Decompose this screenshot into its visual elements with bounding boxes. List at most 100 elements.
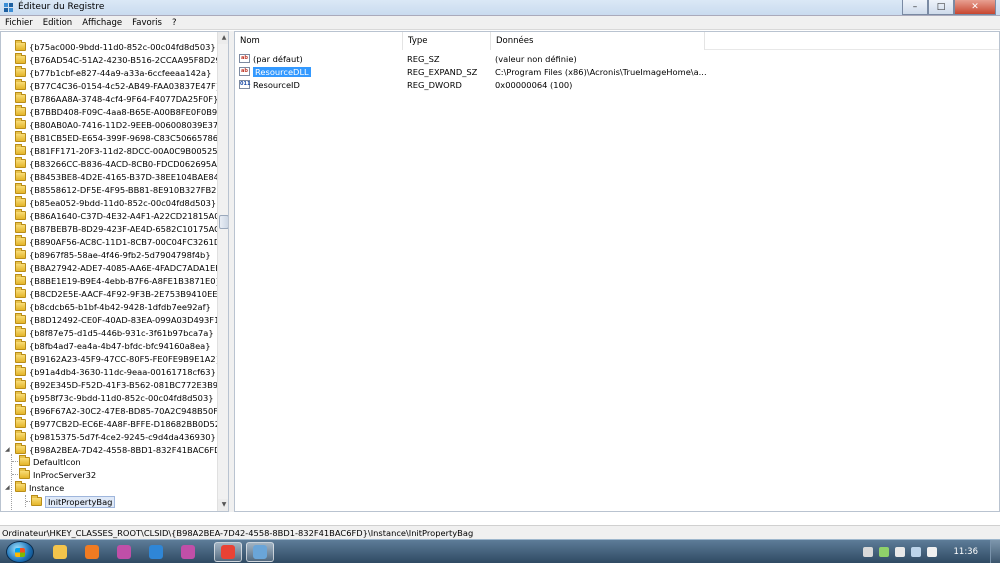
tree-item-label: {b75ac000-9bdd-11d0-852c-00c04fd8d503}: [29, 41, 216, 52]
window-controls: – □ ✕: [902, 0, 996, 15]
tree-item-key[interactable]: {B890AF56-AC8C-11D1-8CB7-00C04FC3261D}: [5, 235, 226, 248]
tree-item-initpropertybag[interactable]: InitPropertyBag: [31, 495, 116, 508]
start-button[interactable]: [6, 541, 34, 563]
tree-item-key[interactable]: {B96F67A2-30C2-47E8-BD85-70A2C948B50F}: [5, 404, 223, 417]
volume-icon[interactable]: [926, 547, 937, 557]
tree-item-label: InProcServer32: [33, 469, 97, 480]
tree-item-key[interactable]: {B9162A23-45F9-47CC-80F5-FE0FE9B9E1A2}: [5, 352, 221, 365]
scroll-down-icon[interactable]: ▼: [218, 499, 228, 511]
menu-fichier[interactable]: Fichier: [0, 18, 38, 28]
signal-icon[interactable]: [910, 547, 921, 557]
tree-item-key[interactable]: {B7BBD408-F09C-4aa8-B65E-A00B8FE0F0B9}: [5, 105, 223, 118]
tree-item-key[interactable]: {B8D12492-CE0F-40AD-83EA-099A03D493F1}: [5, 313, 225, 326]
value-name: ResourceDLL: [253, 66, 311, 77]
maximize-button[interactable]: □: [928, 0, 954, 15]
values-pane[interactable]: Nom Type Données ab (par défaut) REG_SZ …: [234, 31, 1000, 512]
tree-item-instance[interactable]: ◢ Instance: [5, 481, 64, 494]
tree-item-key[interactable]: {B76AD54C-51A2-4230-B516-2CCAA95F8D29}: [5, 53, 226, 66]
tree-item-label: {B8A27942-ADE7-4085-AA6E-4FADC7ADA1EF}: [29, 262, 226, 273]
tree-item-label: {b8cdcb65-b1bf-4b42-9428-1dfdb7ee92af}: [29, 301, 211, 312]
show-desktop-button[interactable]: [990, 540, 1000, 563]
minimize-button[interactable]: –: [902, 0, 928, 15]
folder-icon: [15, 170, 26, 181]
tree-item-key[interactable]: {b75ac000-9bdd-11d0-852c-00c04fd8d503}: [5, 40, 216, 53]
tree-item-key[interactable]: {b8fb4ad7-ea4a-4b47-bfdc-bfc94160a8ea}: [5, 339, 211, 352]
column-header-data[interactable]: Données: [491, 32, 705, 50]
taskbar-explorer[interactable]: [46, 542, 74, 562]
value-name: ResourceID: [253, 79, 300, 90]
menu-favoris[interactable]: Favoris: [127, 18, 167, 28]
key-tree-pane[interactable]: {b75ac000-9bdd-11d0-852c-00c04fd8d503} {B…: [0, 31, 229, 512]
tree-item-key[interactable]: {B92E345D-F52D-41F3-B562-081BC772E3B9}: [5, 378, 223, 391]
tree-item-key[interactable]: {B77C4C36-0154-4c52-AB49-FAA03837E47F}: [5, 79, 221, 92]
tree-item-key[interactable]: {B81FF171-20F3-11d2-8DCC-00A0C9B00525}: [5, 144, 223, 157]
folder-icon: [15, 404, 26, 415]
tree-item-key[interactable]: {B81CB5ED-E654-399F-9698-C83C50665786}: [5, 131, 223, 144]
tree-item-key[interactable]: {b958f73c-9bdd-11d0-852c-00c04fd8d503}: [5, 391, 214, 404]
folder-icon: [31, 495, 42, 506]
column-header-name[interactable]: Nom: [235, 32, 403, 50]
tree-item-label: {B96F67A2-30C2-47E8-BD85-70A2C948B50F}: [29, 405, 224, 416]
folder-icon: [15, 352, 26, 363]
battery-icon[interactable]: [878, 547, 889, 557]
clock[interactable]: 11:36: [954, 547, 979, 557]
tree-item-key[interactable]: {b8f87e75-d1d5-446b-931c-3f61b97bca7a}: [5, 326, 214, 339]
scroll-up-icon[interactable]: ▲: [218, 32, 228, 44]
tree-item-key[interactable]: {b77b1cbf-e827-44a9-a33a-6ccfeeaa142a}: [5, 66, 211, 79]
tree-item-key[interactable]: {b9815375-5d7f-4ce2-9245-c9d4da436930}: [5, 430, 216, 443]
value-name: (par défaut): [253, 53, 303, 64]
taskbar-chrome[interactable]: [214, 542, 242, 562]
expand-toggle[interactable]: ◢: [5, 446, 13, 453]
column-header-type[interactable]: Type: [403, 32, 491, 50]
taskbar-media-player[interactable]: [78, 542, 106, 562]
taskbar-paint[interactable]: [110, 542, 138, 562]
taskbar-ie[interactable]: [142, 542, 170, 562]
tree-item-key[interactable]: {B8BE1E19-B9E4-4ebb-B7F6-A8FE1B3871E0}: [5, 274, 221, 287]
folder-icon: [15, 222, 26, 233]
folder-icon: [15, 287, 26, 298]
tree-item-label: {B8D12492-CE0F-40AD-83EA-099A03D493F1}: [29, 314, 225, 325]
tree-item-key[interactable]: {B80AB0A0-7416-11D2-9EEB-006008039E37}: [5, 118, 224, 131]
menu-affichage[interactable]: Affichage: [77, 18, 127, 28]
folder-icon: [15, 261, 26, 272]
folder-icon: [15, 144, 26, 155]
tree-item-inprocserver32[interactable]: InProcServer32: [19, 468, 96, 481]
value-type: REG_DWORD: [407, 79, 462, 90]
tree-item-key[interactable]: {B86A1640-C37D-4E32-A4F1-A22CD21815A0}: [5, 209, 225, 222]
tree-item-key[interactable]: {B977CB2D-EC6E-4A8F-BFFE-D18682BB0D52}: [5, 417, 225, 430]
tree-item-key[interactable]: {B83266CC-B836-4ACD-8CB0-FDCD062695AD}: [5, 157, 228, 170]
tree-item-key[interactable]: {B8558612-DF5E-4F95-BB81-8E910B327FB2}: [5, 183, 222, 196]
close-button[interactable]: ✕: [954, 0, 996, 15]
tree-scrollbar[interactable]: ▲ ▼: [217, 32, 228, 511]
value-row-resourceid[interactable]: 011 ResourceID REG_DWORD 0x00000064 (100…: [235, 78, 999, 91]
tree-item-key[interactable]: {B8A27942-ADE7-4085-AA6E-4FADC7ADA1EF}: [5, 261, 225, 274]
tree-item-key[interactable]: {b85ea052-9bdd-11d0-852c-00c04fd8d503}: [5, 196, 216, 209]
tree-item-label: {B890AF56-AC8C-11D1-8CB7-00C04FC3261D}: [29, 236, 226, 247]
tray-chevron-icon[interactable]: [862, 547, 873, 557]
tree-item-key[interactable]: {B8453BE8-4D2E-4165-B37D-38EE104BAE84}: [5, 170, 224, 183]
tree-item-defaulticon[interactable]: DefaultIcon: [19, 455, 81, 468]
tree-item-key[interactable]: {b8cdcb65-b1bf-4b42-9428-1dfdb7ee92af}: [5, 300, 211, 313]
folder-icon: [15, 248, 26, 259]
folder-icon: [15, 235, 26, 246]
scroll-thumb[interactable]: [219, 215, 228, 229]
folder-icon: [15, 326, 26, 337]
tree-item-label: {B92E345D-F52D-41F3-B562-081BC772E3B9}: [29, 379, 224, 390]
expand-toggle[interactable]: ◢: [5, 484, 13, 491]
menu-edition[interactable]: Edition: [38, 18, 77, 28]
tree-item-key[interactable]: {b91a4db4-3630-11dc-9eaa-00161718cf63}: [5, 365, 216, 378]
taskbar-regedit[interactable]: [246, 542, 274, 562]
taskbar-unknown-app[interactable]: [174, 542, 202, 562]
tree-item-key[interactable]: {B786AA8A-3748-4cf4-9F64-F4077DA25F0F}: [5, 92, 218, 105]
menu-bar: Fichier Edition Affichage Favoris ?: [0, 16, 1000, 30]
tree-item-label: {b9815375-5d7f-4ce2-9245-c9d4da436930}: [29, 431, 216, 442]
tree-item-key[interactable]: {B8CD2E5E-AACF-4F92-9F3B-2E753B9410EE}: [5, 287, 223, 300]
network-icon[interactable]: [894, 547, 905, 557]
folder-icon: [15, 92, 26, 103]
folder-icon: [15, 430, 26, 441]
value-row-resourcedll[interactable]: ab ResourceDLL REG_EXPAND_SZ C:\Program …: [235, 65, 999, 78]
tree-item-key[interactable]: {B87BEB7B-8D29-423F-AE4D-6582C10175AC}: [5, 222, 225, 235]
tree-item-key[interactable]: {b8967f85-58ae-4f46-9fb2-5d7904798f4b}: [5, 248, 211, 261]
value-row-default[interactable]: ab (par défaut) REG_SZ (valeur non défin…: [235, 52, 999, 65]
menu-help[interactable]: ?: [167, 18, 182, 28]
